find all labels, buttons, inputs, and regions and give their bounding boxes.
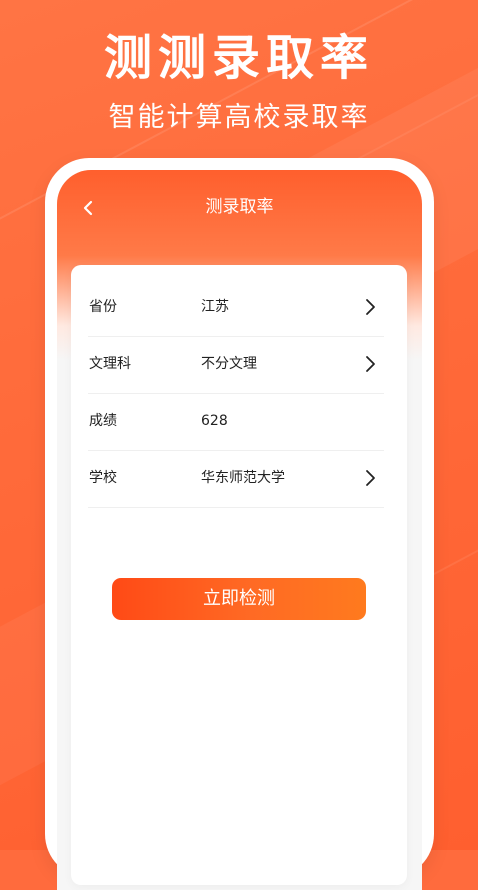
score-value[interactable]: 628: [201, 411, 228, 431]
score-label: 成绩: [89, 413, 117, 429]
page-title: 测录取率: [205, 197, 274, 217]
province-label: 省份: [89, 299, 117, 315]
phone-frame: 测录取率 省份 江苏 文理科 不分文理 成绩 628 学校 华东师范大学 立即检…: [45, 158, 434, 890]
school-value: 华东师范大学: [201, 470, 285, 486]
chevron-right-icon: [362, 467, 380, 489]
school-row[interactable]: 学校 华东师范大学: [88, 450, 384, 508]
subject-type-row[interactable]: 文理科 不分文理: [88, 336, 384, 394]
school-label: 学校: [89, 470, 117, 486]
score-row: 成绩 628: [88, 393, 384, 451]
hero-title: 测测录取率: [103, 30, 374, 86]
subject-type-value: 不分文理: [201, 356, 257, 372]
chevron-right-icon: [362, 353, 380, 375]
navigation-bar: 测录取率: [57, 188, 422, 228]
chevron-right-icon: [362, 296, 380, 318]
phone-screen: 测录取率 省份 江苏 文理科 不分文理 成绩 628 学校 华东师范大学 立即检…: [57, 170, 422, 890]
detect-now-button[interactable]: 立即检测: [112, 578, 366, 620]
province-value: 江苏: [201, 299, 229, 315]
form-card: 省份 江苏 文理科 不分文理 成绩 628 学校 华东师范大学 立即检测: [71, 265, 407, 885]
province-row[interactable]: 省份 江苏: [88, 279, 384, 337]
hero-subtitle: 智能计算高校录取率: [108, 102, 370, 133]
subject-type-label: 文理科: [89, 356, 131, 372]
